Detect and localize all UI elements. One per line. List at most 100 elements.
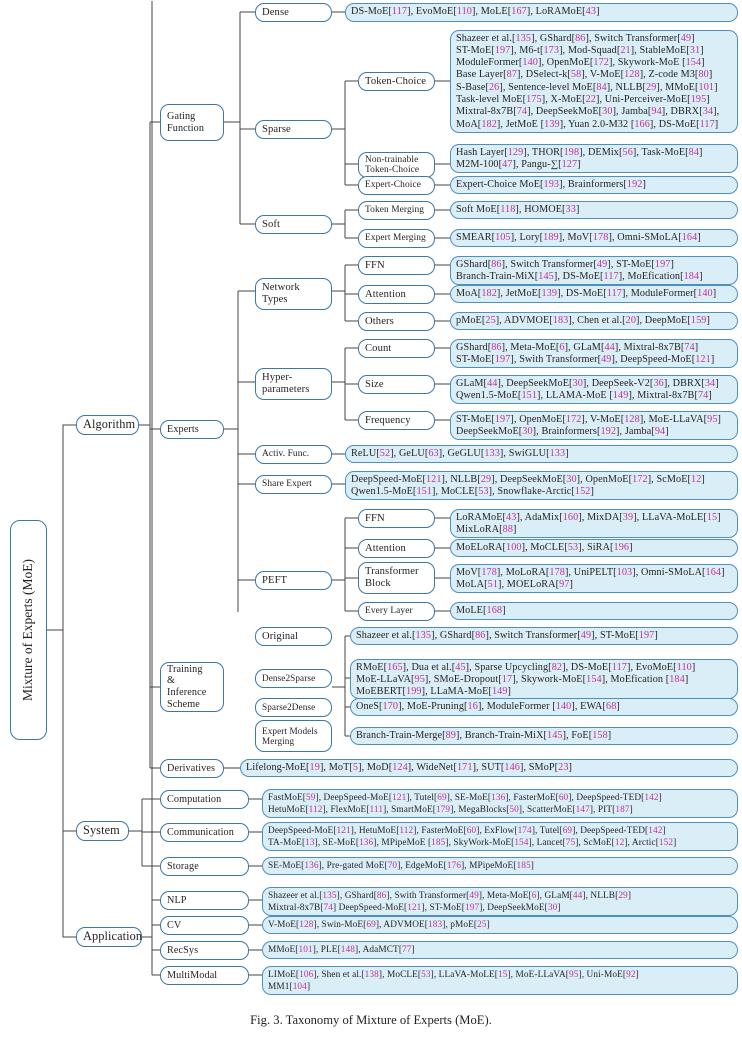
node-dense2sparse-label: Dense2Sparse [262, 672, 316, 683]
node-expert-choice[interactable]: Expert-Choice [358, 176, 435, 195]
leaf-computation[interactable]: FastMoE[59], DeepSpeed-MoE[121], Tutel[6… [262, 789, 738, 818]
leaf-multimodal[interactable]: LIMoE[106], Shen et al.[138], MoCLE[53],… [262, 966, 738, 995]
leaf-token-merging[interactable]: Soft MoE[118], HOMOE[33] [450, 201, 738, 219]
node-network-ffn[interactable]: FFN [358, 256, 435, 275]
node-dense2sparse[interactable]: Dense2Sparse [255, 669, 332, 688]
node-count[interactable]: Count [358, 339, 435, 358]
node-gating-function[interactable]: Gating Function [160, 104, 224, 141]
node-token-choice[interactable]: Token-Choice [358, 72, 435, 91]
node-peft-attention[interactable]: Attention [358, 539, 435, 558]
leaf-peft-attention[interactable]: MoELoRA[100], MoCLE[53], SiRA[196] [450, 539, 738, 557]
leaf-expert-merging-text: SMEAR[105], Lory[189], MoV[178], Omni-SM… [456, 231, 701, 243]
leaf-storage-text: SE-MoE[136], Pre-gated MoE[70], EdgeMoE[… [268, 860, 534, 871]
node-communication[interactable]: Communication [160, 823, 249, 842]
node-network-types[interactable]: Network Types [255, 278, 332, 310]
leaf-nlp-text: Shazeer et al.[135], GShard[86], Swith T… [268, 890, 632, 913]
leaf-activ-func-text: ReLU[52], GeLU[63], GeGLU[133], SwiGLU[1… [351, 447, 569, 459]
node-frequency-label: Frequency [365, 414, 411, 426]
leaf-share-expert[interactable]: DeepSpeed-MoE[121], NLLB[29], DeepSeekMo… [345, 471, 738, 500]
leaf-derivatives[interactable]: Lifelong-MoE[19], MoT[5], MoD[124], Wide… [240, 759, 738, 777]
node-non-trainable-token-choice[interactable]: Non-trainable Token-Choice [358, 152, 435, 178]
node-peft-ffn[interactable]: FFN [358, 509, 435, 528]
leaf-every-layer[interactable]: MoLE[168] [450, 602, 738, 620]
node-application[interactable]: Application [76, 927, 142, 947]
node-derivatives-label: Derivatives [167, 762, 216, 774]
node-multimodal[interactable]: MultiModal [160, 966, 249, 985]
node-sparse-label: Sparse [262, 123, 291, 135]
node-network-ffn-label: FFN [365, 259, 385, 271]
node-peft[interactable]: PEFT [255, 571, 332, 590]
leaf-size-text: GLaM[44], DeepSeekMoE[30], DeepSeek-V2[3… [456, 377, 719, 401]
node-token-merging[interactable]: Token Merging [358, 201, 435, 220]
node-every-layer-label: Every Layer [365, 605, 413, 616]
node-hyperparameters[interactable]: Hyper- parameters [255, 368, 332, 400]
leaf-original-text: Shazeer et al.[135], GShard[86], Switch … [356, 629, 658, 641]
node-derivatives[interactable]: Derivatives [160, 759, 224, 778]
figure-caption: Fig. 3. Taxonomy of Mixture of Experts (… [250, 1013, 492, 1027]
leaf-expert-choice[interactable]: Expert-Choice MoE[193], Brainformers[192… [450, 176, 738, 194]
leaf-communication[interactable]: DeepSpeed-MoE[121], HetuMoE[112], Faster… [262, 822, 738, 851]
node-size[interactable]: Size [358, 375, 435, 394]
node-computation[interactable]: Computation [160, 790, 249, 809]
leaf-frequency-text: ST-MoE[197], OpenMoE[172], V-MoE[128], M… [456, 413, 722, 437]
node-algorithm[interactable]: Algorithm [76, 415, 139, 435]
leaf-storage[interactable]: SE-MoE[136], Pre-gated MoE[70], EdgeMoE[… [262, 857, 738, 875]
leaf-expert-models-merging[interactable]: Branch-Train-Merge[89], Branch-Train-MiX… [350, 727, 738, 745]
node-cv[interactable]: CV [160, 916, 249, 935]
node-system-label: System [83, 823, 120, 838]
root-node-mixture-of-experts[interactable]: Mixture of Experts (MoE) [10, 520, 47, 740]
node-system[interactable]: System [76, 821, 129, 841]
node-expert-models-merging[interactable]: Expert Models Merging [255, 720, 332, 752]
leaf-network-ffn[interactable]: GShard[86], Switch Transformer[49], ST-M… [450, 256, 738, 285]
leaf-peft-ffn[interactable]: LoRAMoE[43], AdaMix[160], MixDA[39], LLa… [450, 509, 738, 538]
node-soft-label: Soft [262, 218, 281, 230]
node-recsys[interactable]: RecSys [160, 941, 249, 960]
node-network-attention-label: Attention [365, 288, 406, 300]
leaf-count[interactable]: GShard[86], Meta-MoE[6], GLaM[44], Mixtr… [450, 339, 738, 368]
leaf-non-trainable-token-choice[interactable]: Hash Layer[129], THOR[198], DEMix[56], T… [450, 144, 738, 173]
node-dense[interactable]: Dense [255, 3, 332, 22]
node-nlp[interactable]: NLP [160, 891, 249, 910]
node-storage-label: Storage [167, 860, 199, 872]
leaf-expert-merging[interactable]: SMEAR[105], Lory[189], MoV[178], Omni-SM… [450, 229, 738, 247]
leaf-nlp[interactable]: Shazeer et al.[135], GShard[86], Swith T… [262, 887, 738, 916]
node-network-others[interactable]: Others [358, 312, 435, 331]
node-soft[interactable]: Soft [255, 215, 332, 234]
node-transformer-block[interactable]: Transformer Block [358, 562, 435, 594]
node-sparse2dense[interactable]: Sparse2Dense [255, 698, 332, 717]
node-share-expert[interactable]: Share Expert [255, 475, 332, 494]
leaf-sparse2dense[interactable]: OneS[170], MoE-Pruning[16], ModuleFormer… [350, 698, 738, 716]
node-experts[interactable]: Experts [160, 420, 224, 439]
leaf-network-attention[interactable]: MoA[182], JetMoE[139], DS-MoE[117], Modu… [450, 285, 738, 303]
node-training-inference-scheme[interactable]: Training & Inference Scheme [160, 662, 224, 712]
leaf-dense2sparse[interactable]: RMoE[165], Dua et al.[45], Sparse Upcycl… [350, 659, 738, 699]
node-cv-label: CV [167, 919, 182, 931]
node-original[interactable]: Original [255, 627, 332, 646]
leaf-transformer-block[interactable]: MoV[178], MoLoRA[178], UniPELT[103], Omn… [450, 564, 738, 593]
node-experts-label: Experts [167, 423, 199, 435]
leaf-dense[interactable]: DS-MoE[117], EvoMoE[110], MoLE[167], LoR… [345, 3, 738, 22]
leaf-frequency[interactable]: ST-MoE[197], OpenMoE[172], V-MoE[128], M… [450, 411, 738, 440]
leaf-recsys[interactable]: MMoE[101], PLE[148], AdaMCT[77] [262, 941, 738, 959]
leaf-original[interactable]: Shazeer et al.[135], GShard[86], Switch … [350, 627, 738, 645]
leaf-count-text: GShard[86], Meta-MoE[6], GLaM[44], Mixtr… [456, 341, 715, 365]
node-activ-func[interactable]: Activ. Func. [255, 445, 332, 464]
node-communication-label: Communication [167, 826, 234, 838]
leaf-activ-func[interactable]: ReLU[52], GeLU[63], GeGLU[133], SwiGLU[1… [345, 445, 738, 463]
node-activ-func-label: Activ. Func. [262, 448, 310, 459]
node-count-label: Count [365, 342, 392, 354]
node-original-label: Original [262, 630, 299, 642]
node-frequency[interactable]: Frequency [358, 411, 435, 430]
leaf-token-choice[interactable]: Shazeer et al.[135], GShard[86], Switch … [450, 30, 738, 133]
leaf-transformer-block-text: MoV[178], MoLoRA[178], UniPELT[103], Omn… [456, 566, 725, 590]
node-storage[interactable]: Storage [160, 857, 249, 876]
node-expert-choice-label: Expert-Choice [365, 179, 421, 190]
leaf-network-others[interactable]: pMoE[25], ADVMOE[183], Chen et al.[20], … [450, 312, 738, 330]
leaf-network-attention-text: MoA[182], JetMoE[139], DS-MoE[117], Modu… [456, 287, 717, 299]
node-expert-merging[interactable]: Expert Merging [358, 229, 435, 248]
node-network-attention[interactable]: Attention [358, 285, 435, 304]
leaf-cv[interactable]: V-MoE[128], Swin-MoE[69], ADVMOE[183], p… [262, 916, 738, 934]
node-every-layer[interactable]: Every Layer [358, 602, 435, 621]
node-sparse[interactable]: Sparse [255, 120, 332, 139]
leaf-size[interactable]: GLaM[44], DeepSeekMoE[30], DeepSeek-V2[3… [450, 375, 738, 404]
